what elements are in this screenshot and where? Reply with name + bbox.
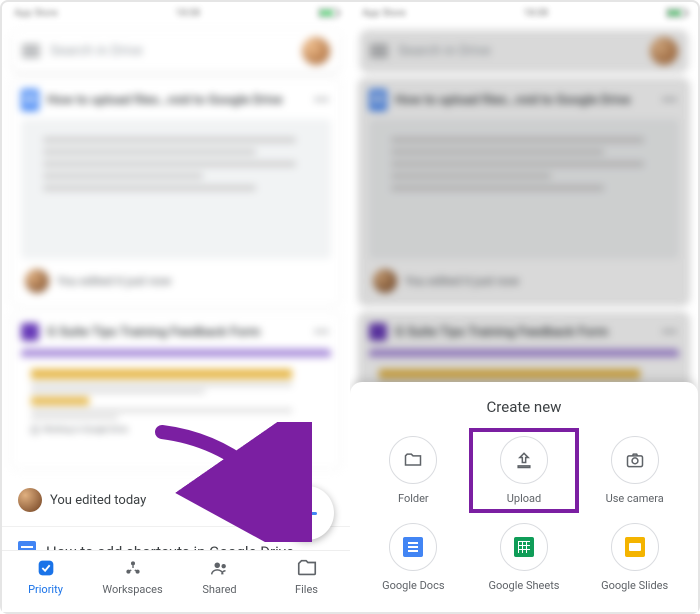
docs-file-icon [21, 89, 39, 111]
option-google-docs[interactable]: Google Docs [360, 517, 467, 598]
edited-text: You edited today [50, 493, 146, 508]
search-placeholder: Search in Drive [50, 43, 143, 59]
option-label: Folder [398, 492, 429, 505]
option-folder[interactable]: Folder [360, 430, 467, 511]
option-label: Google Slides [601, 579, 668, 592]
fab-new-button[interactable] [280, 486, 334, 540]
file-title: How to upload files…roid to Google Drive [47, 93, 307, 108]
search-bar[interactable]: Search in Drive [12, 30, 340, 72]
nav-priority[interactable]: Priority [2, 557, 89, 612]
option-google-sheets[interactable]: Google Sheets [471, 517, 578, 598]
upload-icon [514, 450, 534, 470]
menu-icon[interactable] [22, 50, 40, 52]
plus-icon [297, 503, 317, 523]
file-card-2[interactable]: G Suite Tips Training Feedback Form Work… [10, 312, 342, 470]
nav-label: Files [295, 583, 318, 596]
screenshot-right: App Store18:08 Search in Drive How to up… [350, 2, 698, 612]
file-card-1[interactable]: How to upload files…roid to Google Drive… [10, 78, 342, 306]
option-upload[interactable]: Upload [471, 430, 578, 511]
create-new-sheet: Create new Folder Upload Use camera Goog… [350, 382, 698, 612]
edited-row: You edited it just now [21, 259, 331, 305]
more-icon[interactable] [315, 330, 331, 334]
option-use-camera[interactable]: Use camera [581, 430, 688, 511]
option-label: Upload [507, 492, 541, 505]
nav-label: Workspaces [102, 583, 162, 596]
folder-icon [403, 450, 423, 470]
option-label: Use camera [606, 492, 664, 505]
forms-file-icon [21, 323, 39, 341]
more-icon[interactable] [315, 98, 331, 102]
file-thumbnail [21, 119, 331, 259]
file-thumbnail: Working in Google Drive [21, 349, 331, 469]
option-google-slides[interactable]: Google Slides [581, 517, 688, 598]
google-sheets-icon [514, 537, 534, 557]
nav-label: Shared [202, 583, 236, 596]
option-label: Google Sheets [489, 579, 560, 592]
screenshot-left: App Store18:08 Search in Drive How to up… [2, 2, 350, 612]
nav-label: Priority [28, 583, 63, 596]
nav-files[interactable]: Files [263, 557, 350, 612]
google-slides-icon [625, 537, 645, 557]
editor-avatar [25, 269, 49, 293]
create-options-grid: Folder Upload Use camera Google Docs Goo… [360, 430, 688, 598]
nav-shared[interactable]: Shared [176, 557, 263, 612]
google-docs-icon [403, 537, 423, 557]
camera-icon [625, 450, 645, 470]
edited-text: You edited it just now [57, 274, 171, 288]
bottom-nav: Priority Workspaces Shared Files [2, 550, 350, 612]
nav-workspaces[interactable]: Workspaces [89, 557, 176, 612]
file-title: G Suite Tips Training Feedback Form [47, 325, 307, 340]
editor-avatar [18, 488, 42, 512]
status-bar: App Store18:08 [2, 2, 350, 24]
blurred-content: Search in Drive How to upload files…roid… [2, 30, 350, 470]
sheet-title: Create new [360, 398, 688, 416]
option-label: Google Docs [382, 579, 444, 592]
thumb-caption: Working in Google Drive [43, 425, 128, 434]
avatar[interactable] [302, 37, 330, 65]
